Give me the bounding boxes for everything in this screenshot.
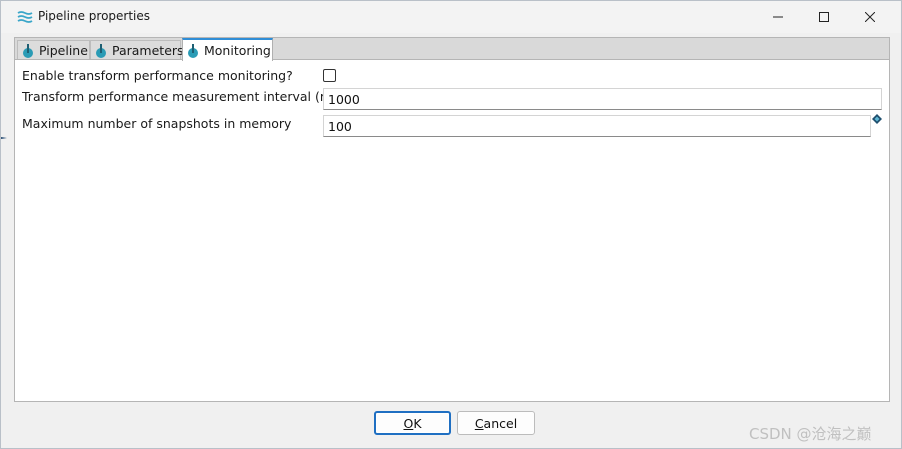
variable-diamond-icon[interactable] bbox=[872, 114, 882, 124]
ok-button[interactable]: OK bbox=[374, 411, 451, 435]
close-icon bbox=[865, 12, 875, 22]
maximize-button[interactable] bbox=[801, 1, 847, 33]
interval-label: Transform performance measurement interv… bbox=[22, 89, 344, 104]
tab-monitoring[interactable]: Monitoring bbox=[182, 38, 273, 61]
hop-transform-icon bbox=[23, 43, 33, 58]
ok-label-rest: K bbox=[413, 415, 422, 431]
tab-pipeline[interactable]: Pipeline bbox=[17, 40, 90, 60]
watermark: CSDN @沧海之巅 bbox=[749, 425, 872, 443]
snapshots-input[interactable]: 100 bbox=[323, 115, 871, 137]
minimize-icon bbox=[773, 16, 783, 18]
enable-monitoring-label: Enable transform performance monitoring? bbox=[22, 68, 293, 83]
window-title: Pipeline properties bbox=[38, 9, 151, 23]
cancel-mnemonic: C bbox=[474, 415, 484, 431]
interval-input[interactable]: 1000 bbox=[323, 88, 882, 110]
monitoring-panel: Enable transform performance monitoring?… bbox=[14, 59, 890, 402]
title-bar[interactable]: Pipeline properties bbox=[1, 1, 901, 33]
enable-monitoring-checkbox[interactable] bbox=[323, 69, 336, 82]
tab-parameters[interactable]: Parameters bbox=[90, 40, 184, 60]
close-button[interactable] bbox=[847, 1, 893, 33]
tab-label: Parameters bbox=[112, 43, 184, 58]
tab-label: Monitoring bbox=[204, 43, 271, 58]
tab-strip: Pipeline Parameters Monitoring bbox=[14, 37, 890, 61]
hop-transform-icon bbox=[96, 43, 106, 58]
minimize-button[interactable] bbox=[755, 1, 801, 33]
pipeline-properties-dialog: Pipeline properties Pipeline Parameters bbox=[0, 0, 902, 449]
pipeline-wave-icon bbox=[17, 11, 33, 23]
tab-label: Pipeline bbox=[39, 43, 88, 58]
hop-transform-icon bbox=[188, 43, 198, 58]
cancel-label-rest: ancel bbox=[483, 415, 518, 431]
maximize-icon bbox=[819, 12, 829, 22]
arrow-edge-icon bbox=[1, 137, 7, 139]
snapshots-label: Maximum number of snapshots in memory bbox=[22, 116, 292, 131]
cancel-button[interactable]: Cancel bbox=[457, 411, 535, 435]
ok-mnemonic: O bbox=[403, 415, 414, 431]
